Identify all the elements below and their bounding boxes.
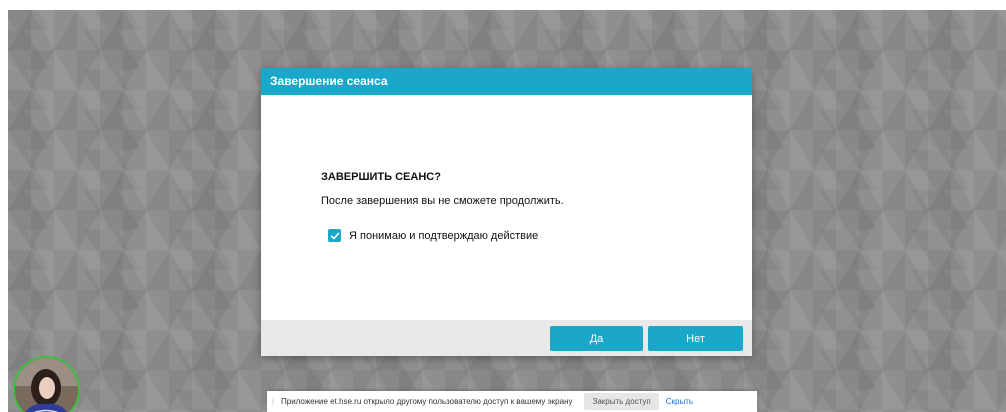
end-session-dialog: Завершение сеанса ЗАВЕРШИТЬ СЕАНС? После… — [261, 68, 752, 356]
drag-handle-icon[interactable]: ⁞ — [269, 397, 277, 407]
hide-link[interactable]: Скрыть — [666, 397, 693, 406]
share-message: Приложение et.hse.ru открыло другому пол… — [281, 397, 573, 406]
dialog-body: ЗАВЕРШИТЬ СЕАНС? После завершения вы не … — [261, 95, 752, 320]
confirm-label[interactable]: Я понимаю и подтверждаю действие — [349, 230, 538, 242]
screen-share-bar: ⁞ Приложение et.hse.ru открыло другому п… — [267, 391, 757, 412]
dialog-question: ЗАВЕРШИТЬ СЕАНС? — [321, 171, 441, 183]
yes-button[interactable]: Да — [550, 326, 643, 351]
no-button[interactable]: Нет — [648, 326, 743, 351]
dialog-message: После завершения вы не сможете продолжит… — [321, 195, 564, 207]
confirm-checkbox-row[interactable]: Я понимаю и подтверждаю действие — [328, 229, 538, 242]
page: Завершение сеанса ЗАВЕРШИТЬ СЕАНС? После… — [0, 0, 1006, 412]
dialog-title: Завершение сеанса — [261, 68, 752, 95]
checkmark-icon — [330, 232, 339, 239]
webcam-preview-image — [15, 358, 78, 412]
confirm-checkbox[interactable] — [328, 229, 341, 242]
dialog-footer: Да Нет — [261, 320, 752, 356]
stop-sharing-button[interactable]: Закрыть доступ — [584, 393, 659, 410]
